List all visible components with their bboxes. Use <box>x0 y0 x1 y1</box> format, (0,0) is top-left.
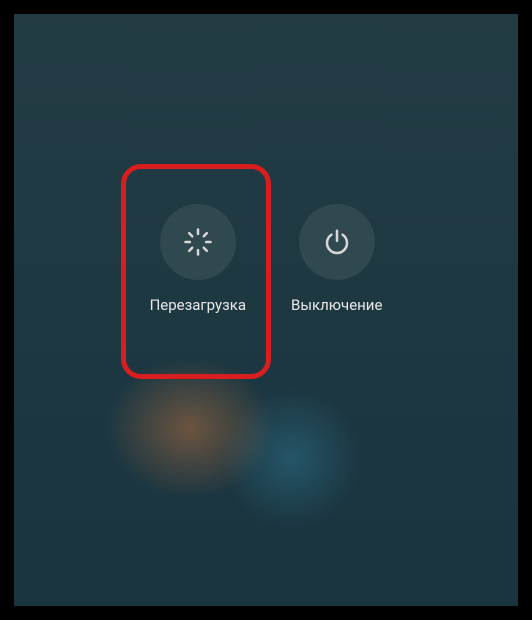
power-menu: Перезагрузка Выключение <box>14 204 518 314</box>
power-icon <box>322 227 352 257</box>
reboot-icon-circle <box>160 204 236 280</box>
power-menu-screen: Перезагрузка Выключение <box>14 14 518 606</box>
shutdown-label: Выключение <box>291 296 382 314</box>
spinner-icon <box>183 227 213 257</box>
shutdown-icon-circle <box>299 204 375 280</box>
shutdown-option[interactable]: Выключение <box>291 204 382 314</box>
reboot-label: Перезагрузка <box>150 296 246 314</box>
reboot-option[interactable]: Перезагрузка <box>150 204 246 314</box>
